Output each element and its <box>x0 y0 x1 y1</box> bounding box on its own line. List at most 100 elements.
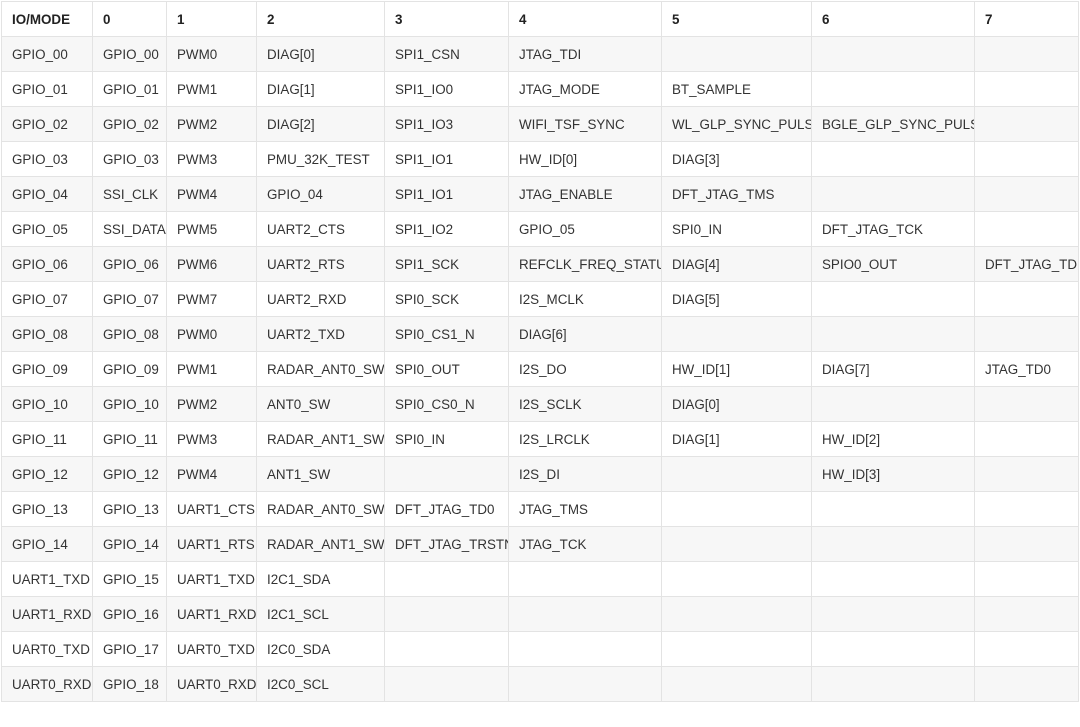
table-row: GPIO_11 GPIO_11 PWM3 RADAR_ANT1_SW SPI0_IN I2… <box>1 421 1079 457</box>
table-row: GPIO_05 SSI_DATA PWM5 UART2_CTS SPI1_IO2 GPIO… <box>1 211 1079 247</box>
table-cell: DIAG[4] <box>661 246 812 282</box>
column-header-1: 0 <box>92 1 167 37</box>
table-cell: HW_ID[2] <box>811 421 975 457</box>
table-cell: JTAG_TD0 <box>974 351 1079 387</box>
table-cell: GPIO_06 <box>92 246 167 282</box>
table-cell: JTAG_TDI <box>508 36 662 72</box>
table-cell: SPI1_IO0 <box>384 71 509 107</box>
table-cell <box>811 526 975 562</box>
table-cell: PWM0 <box>166 36 257 72</box>
table-cell: SPI0_CS1_N <box>384 316 509 352</box>
table-cell: JTAG_TMS <box>508 491 662 527</box>
column-header-8: 7 <box>974 1 1079 37</box>
table-cell <box>974 71 1079 107</box>
io-mode-table: IO/MODE 0 1 2 3 4 5 6 7 GPIO_00 GPIO_00 PWM0 DIAG[0… <box>1 1 1079 702</box>
table-cell: GPIO_05 <box>508 211 662 247</box>
row-header-cell: GPIO_14 <box>1 526 93 562</box>
table-row: GPIO_12 GPIO_12 PWM4 ANT1_SW I2S_DI HW_ID[3] <box>1 456 1079 492</box>
table-cell: PWM2 <box>166 106 257 142</box>
column-header-5: 4 <box>508 1 662 37</box>
table-cell <box>811 666 975 702</box>
row-header-cell: UART0_RXD <box>1 666 93 702</box>
row-header-cell: UART0_TXD <box>1 631 93 667</box>
table-cell: HW_ID[0] <box>508 141 662 177</box>
row-header-cell: UART1_RXD <box>1 596 93 632</box>
table-cell: UART0_TXD <box>166 631 257 667</box>
table-cell: SPI1_SCK <box>384 246 509 282</box>
table-cell: RADAR_ANT0_SW <box>256 491 385 527</box>
table-cell: DIAG[5] <box>661 281 812 317</box>
table-cell <box>384 596 509 632</box>
table-cell <box>974 666 1079 702</box>
table-cell: GPIO_04 <box>256 176 385 212</box>
table-row: GPIO_00 GPIO_00 PWM0 DIAG[0] SPI1_CSN JTAG_TD… <box>1 36 1079 72</box>
table-row: GPIO_04 SSI_CLK PWM4 GPIO_04 SPI1_IO1 JTAG_EN… <box>1 176 1079 212</box>
table-row: UART1_TXD GPIO_15 UART1_TXD I2C1_SDA <box>1 561 1079 597</box>
table-cell: DIAG[6] <box>508 316 662 352</box>
table-cell: WIFI_TSF_SYNC <box>508 106 662 142</box>
table-cell: HW_ID[1] <box>661 351 812 387</box>
table-cell: GPIO_13 <box>92 491 167 527</box>
table-cell <box>811 141 975 177</box>
table-cell: UART1_TXD <box>166 561 257 597</box>
table-cell: DFT_JTAG_TMS <box>661 176 812 212</box>
table-cell <box>811 596 975 632</box>
table-cell: I2C1_SCL <box>256 596 385 632</box>
table-cell: PWM6 <box>166 246 257 282</box>
table-cell: RADAR_ANT1_SW <box>256 421 385 457</box>
table-cell: I2C0_SDA <box>256 631 385 667</box>
table-row: GPIO_14 GPIO_14 UART1_RTS RADAR_ANT1_SW DFT_… <box>1 526 1079 562</box>
table-cell: GPIO_16 <box>92 596 167 632</box>
table-cell: SPI0_OUT <box>384 351 509 387</box>
table-cell: PWM1 <box>166 71 257 107</box>
column-header-0: IO/MODE <box>1 1 93 37</box>
table-cell: UART2_RXD <box>256 281 385 317</box>
row-header-cell: GPIO_05 <box>1 211 93 247</box>
table-cell: UART2_RTS <box>256 246 385 282</box>
row-header-cell: GPIO_07 <box>1 281 93 317</box>
table-body: GPIO_00 GPIO_00 PWM0 DIAG[0] SPI1_CSN JTAG_TD… <box>1 36 1079 702</box>
table-cell: DIAG[1] <box>661 421 812 457</box>
row-header-cell: GPIO_06 <box>1 246 93 282</box>
table-cell: UART1_RTS <box>166 526 257 562</box>
table-cell: GPIO_10 <box>92 386 167 422</box>
table-cell: PWM4 <box>166 176 257 212</box>
table-cell: DIAG[3] <box>661 141 812 177</box>
table-cell <box>508 631 662 667</box>
table-cell <box>508 596 662 632</box>
table-cell: GPIO_12 <box>92 456 167 492</box>
table-cell: RADAR_ANT0_SW <box>256 351 385 387</box>
table-row: GPIO_09 GPIO_09 PWM1 RADAR_ANT0_SW SPI0_OUT I… <box>1 351 1079 387</box>
table-row: GPIO_02 GPIO_02 PWM2 DIAG[2] SPI1_IO3 WIFI_TS… <box>1 106 1079 142</box>
table-cell: DIAG[2] <box>256 106 385 142</box>
column-header-2: 1 <box>166 1 257 37</box>
table-cell: GPIO_17 <box>92 631 167 667</box>
table-cell <box>661 561 812 597</box>
table-cell <box>811 491 975 527</box>
table-cell: JTAG_ENABLE <box>508 176 662 212</box>
table-cell: SPI0_CS0_N <box>384 386 509 422</box>
table-cell: HW_ID[3] <box>811 456 975 492</box>
table-row: GPIO_08 GPIO_08 PWM0 UART2_TXD SPI0_CS1_N DIA… <box>1 316 1079 352</box>
table-cell: UART1_CTS <box>166 491 257 527</box>
table-cell: SPI1_IO1 <box>384 141 509 177</box>
table-cell <box>661 666 812 702</box>
table-cell <box>974 316 1079 352</box>
table-cell: SPI1_IO2 <box>384 211 509 247</box>
table-cell <box>661 456 812 492</box>
table-cell <box>661 36 812 72</box>
table-cell: I2S_DO <box>508 351 662 387</box>
table-cell: SSI_DATA <box>92 211 167 247</box>
table-cell: PWM3 <box>166 141 257 177</box>
table-cell: GPIO_15 <box>92 561 167 597</box>
table-cell: REFCLK_FREQ_STATUS <box>508 246 662 282</box>
column-header-7: 6 <box>811 1 975 37</box>
table-cell: DIAG[0] <box>256 36 385 72</box>
table-cell <box>384 456 509 492</box>
table-cell: SPI0_SCK <box>384 281 509 317</box>
table-cell: SPI1_CSN <box>384 36 509 72</box>
table-cell <box>974 421 1079 457</box>
table-row: GPIO_01 GPIO_01 PWM1 DIAG[1] SPI1_IO0 JTAG_MO… <box>1 71 1079 107</box>
table-cell: PWM3 <box>166 421 257 457</box>
row-header-cell: GPIO_12 <box>1 456 93 492</box>
